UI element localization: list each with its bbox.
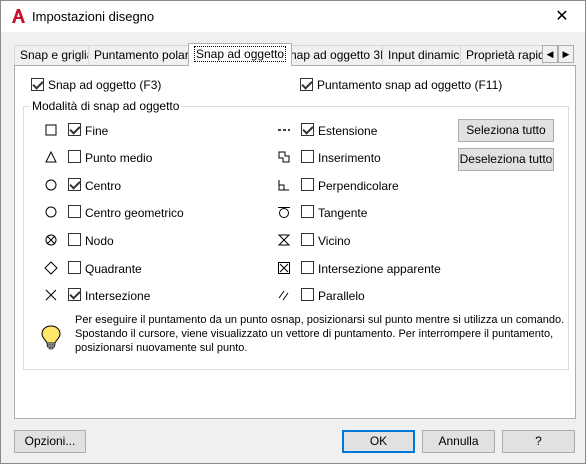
tab-snap-ad-oggetto-3d[interactable]: Snap ad oggetto 3D xyxy=(276,45,395,65)
vicino-checkbox[interactable] xyxy=(301,233,314,246)
x-intersection-icon xyxy=(45,289,57,301)
tab-panel: Snap ad oggetto (F3) Puntamento snap ad … xyxy=(14,65,576,419)
estensione-checkbox[interactable] xyxy=(301,123,314,136)
help-button[interactable]: ? xyxy=(502,430,575,453)
perpendicolare-label[interactable]: Perpendicolare xyxy=(318,179,399,193)
window-title: Impostazioni disegno xyxy=(32,9,155,24)
tangente-label[interactable]: Tangente xyxy=(318,206,367,220)
perpendicular-icon xyxy=(278,180,289,191)
intersezione-label[interactable]: Intersezione xyxy=(85,289,150,303)
inserimento-checkbox[interactable] xyxy=(301,150,314,163)
centro-checkbox[interactable] xyxy=(68,178,81,191)
snap-checkbox-label[interactable]: Snap ad oggetto (F3) xyxy=(48,78,161,92)
info-text: Per eseguire il puntamento da un punto o… xyxy=(75,314,565,354)
tab-proprieta-rapide[interactable]: Proprietà rapide xyxy=(460,45,544,65)
tab-scroll-left-button[interactable]: ◀ xyxy=(542,45,558,63)
fine-checkbox[interactable] xyxy=(68,123,81,136)
tangente-checkbox[interactable] xyxy=(301,205,314,218)
deselect-all-button[interactable]: Deseleziona tutto xyxy=(458,148,554,171)
tab-input-dinamico[interactable]: Input dinamico xyxy=(382,45,473,65)
tangent-icon xyxy=(278,207,290,218)
circle-geometric-center-icon xyxy=(45,206,57,218)
autocad-logo-icon xyxy=(12,9,25,23)
close-button[interactable]: ✕ xyxy=(539,1,585,32)
insertion-icon xyxy=(278,151,290,163)
square-endpoint-icon xyxy=(45,124,57,136)
quadrante-label[interactable]: Quadrante xyxy=(85,262,142,276)
diamond-quadrant-icon xyxy=(44,261,58,275)
extension-icon xyxy=(278,129,290,131)
fine-label[interactable]: Fine xyxy=(85,124,108,138)
punto-medio-label[interactable]: Punto medio xyxy=(85,151,152,165)
estensione-label[interactable]: Estensione xyxy=(318,124,377,138)
tab-snap-griglia[interactable]: Snap e griglia xyxy=(14,45,100,65)
lightbulb-icon xyxy=(41,325,61,350)
intersezione-checkbox[interactable] xyxy=(68,288,81,301)
centro-geometrico-label[interactable]: Centro geometrico xyxy=(85,206,184,220)
centro-geometrico-checkbox[interactable] xyxy=(68,205,81,218)
group-title: Modalità di snap ad oggetto xyxy=(30,99,182,113)
intersezione-apparente-checkbox[interactable] xyxy=(301,261,314,274)
cancel-button[interactable]: Annulla xyxy=(422,430,495,453)
tracking-checkbox-label[interactable]: Puntamento snap ad oggetto (F11) xyxy=(317,78,502,92)
vicino-label[interactable]: Vicino xyxy=(318,234,350,248)
dialog-window: Impostazioni disegno ✕ Snap e griglia Pu… xyxy=(0,0,586,464)
options-button[interactable]: Opzioni... xyxy=(14,430,86,453)
inserimento-label[interactable]: Inserimento xyxy=(318,151,381,165)
tab-scroll-right-button[interactable]: ▶ xyxy=(558,45,574,63)
parallelo-label[interactable]: Parallelo xyxy=(318,289,365,303)
centro-label[interactable]: Centro xyxy=(85,179,121,193)
apparent-intersection-icon xyxy=(278,262,290,274)
ok-button[interactable]: OK xyxy=(342,430,415,453)
parallel-icon xyxy=(278,290,289,301)
tab-puntamento-polare[interactable]: Puntamento polare xyxy=(88,45,202,65)
title-bar[interactable]: Impostazioni disegno ✕ xyxy=(1,1,585,32)
intersezione-apparente-label[interactable]: Intersezione apparente xyxy=(318,262,441,276)
tab-strip: Snap e griglia Puntamento polare Snap ad… xyxy=(14,43,576,66)
quadrante-checkbox[interactable] xyxy=(68,261,81,274)
nodo-label[interactable]: Nodo xyxy=(85,234,114,248)
punto-medio-checkbox[interactable] xyxy=(68,150,81,163)
tracking-checkbox[interactable] xyxy=(300,78,313,91)
node-icon xyxy=(45,234,57,246)
triangle-midpoint-icon xyxy=(45,150,57,163)
perpendicolare-checkbox[interactable] xyxy=(301,178,314,191)
hourglass-nearest-icon xyxy=(277,234,291,246)
circle-center-icon xyxy=(45,179,57,191)
nodo-checkbox[interactable] xyxy=(68,233,81,246)
tab-snap-ad-oggetto[interactable]: Snap ad oggetto xyxy=(188,43,293,66)
parallelo-checkbox[interactable] xyxy=(301,288,314,301)
snap-checkbox[interactable] xyxy=(31,78,44,91)
select-all-button[interactable]: Seleziona tutto xyxy=(458,119,554,142)
